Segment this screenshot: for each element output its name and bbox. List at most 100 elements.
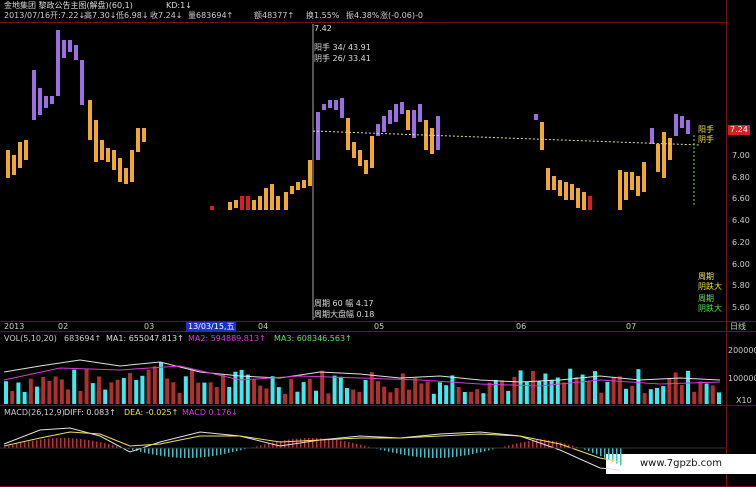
- macd-bar: [56, 438, 58, 448]
- macd-bar: [516, 443, 518, 448]
- volume-bar: [636, 369, 641, 404]
- volume-bar: [648, 389, 653, 404]
- macd-bar: [556, 441, 558, 448]
- candle: [582, 192, 586, 210]
- macd-bar: [304, 438, 306, 448]
- volume-bar: [518, 370, 523, 404]
- candle: [246, 196, 250, 210]
- candle: [276, 196, 280, 210]
- volume-bar: [196, 382, 201, 404]
- macd-bar: [612, 448, 614, 462]
- volume-bar: [605, 381, 610, 404]
- macd-bar: [468, 448, 470, 455]
- candle: [18, 142, 22, 168]
- macd-bar: [88, 440, 90, 448]
- candle: [570, 184, 574, 200]
- macd-bar: [188, 448, 190, 458]
- macd-bar: [100, 442, 102, 448]
- volume-bar: [431, 393, 436, 404]
- volume-bar: [295, 391, 300, 404]
- macd-bar: [456, 448, 458, 457]
- volume-bar-group: [4, 362, 721, 404]
- volume-bar: [78, 390, 83, 404]
- macd-bar: [420, 448, 422, 458]
- volume-bar: [289, 378, 294, 404]
- macd-bar: [44, 439, 46, 448]
- candle: [50, 96, 54, 104]
- macd-bar: [560, 442, 562, 448]
- volume-bar: [283, 393, 287, 404]
- candle: [80, 60, 84, 105]
- volume-bar: [227, 387, 232, 404]
- candle: [68, 40, 72, 52]
- candle: [56, 30, 60, 96]
- macd-bar: [52, 438, 54, 448]
- macd-bar: [64, 438, 66, 448]
- volume-bar: [159, 362, 163, 404]
- macd-bar: [220, 448, 222, 455]
- volume-bar: [537, 381, 542, 404]
- macd-bar: [604, 448, 606, 458]
- candle: [412, 110, 416, 138]
- volume-bar: [673, 372, 678, 404]
- macd-bar: [272, 442, 274, 448]
- volume-bar: [214, 387, 219, 404]
- candle: [234, 200, 238, 208]
- volume-bar: [543, 373, 548, 404]
- candle: [370, 136, 374, 168]
- volume-bar: [469, 391, 473, 404]
- macd-bar: [28, 441, 30, 448]
- volume-bar: [252, 379, 256, 404]
- macd-bar: [108, 444, 110, 448]
- candle: [674, 114, 678, 136]
- chart-canvas: [0, 24, 726, 471]
- volume-bar: [425, 381, 430, 404]
- candle: [656, 144, 660, 172]
- macd-bar: [596, 448, 598, 455]
- macd-bar: [600, 448, 602, 457]
- macd-bar: [352, 442, 354, 448]
- candle: [436, 116, 440, 150]
- candle: [364, 160, 368, 174]
- macd-bar: [168, 448, 170, 457]
- volume-bar: [320, 370, 325, 404]
- macd-bar: [192, 448, 194, 458]
- volume-bar: [53, 376, 58, 404]
- volume-bar: [41, 376, 46, 404]
- volume-bar: [59, 379, 64, 404]
- macd-bar: [152, 448, 154, 455]
- macd-bar: [232, 448, 234, 453]
- macd-bar: [464, 448, 466, 456]
- macd-bar: [72, 438, 74, 448]
- macd-bar: [84, 439, 86, 448]
- macd-bar: [428, 448, 430, 458]
- volume-bar: [22, 392, 27, 404]
- macd-bar: [224, 448, 226, 454]
- volume-bar: [481, 393, 486, 404]
- candle: [546, 168, 550, 190]
- volume-bar: [152, 366, 157, 404]
- macd-bar: [392, 448, 394, 453]
- volume-bar: [679, 385, 684, 404]
- candle: [228, 202, 232, 210]
- macd-bar: [452, 448, 454, 458]
- candle: [576, 188, 580, 208]
- volume-bar: [10, 391, 15, 404]
- macd-bar: [172, 448, 174, 458]
- macd-bar: [60, 438, 62, 448]
- candle: [558, 180, 562, 196]
- macd-bar: [48, 438, 50, 448]
- macd-bar: [436, 448, 438, 458]
- volume-bar: [66, 389, 70, 404]
- volume-bar: [655, 387, 659, 404]
- macd-bar: [480, 448, 482, 453]
- macd-bar: [160, 448, 162, 456]
- macd-bar: [336, 439, 338, 448]
- macd-bar: [520, 442, 522, 448]
- candle: [12, 155, 16, 175]
- candle: [240, 196, 244, 210]
- volume-bar: [506, 390, 511, 404]
- macd-bar: [440, 448, 442, 458]
- macd-bar: [16, 444, 18, 448]
- volume-bar: [270, 376, 275, 404]
